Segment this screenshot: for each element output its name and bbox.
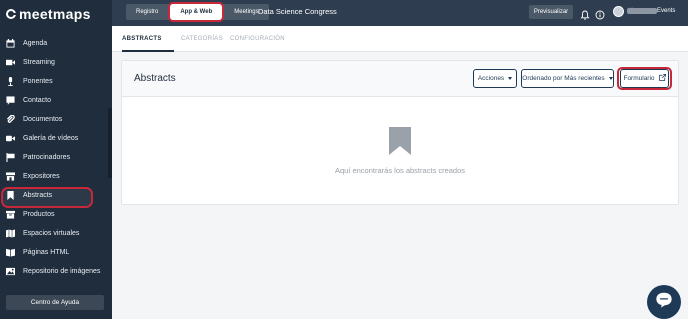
empty-state-message: Aquí encontrarás los abstracts creados <box>334 166 466 175</box>
sidebar-item-productos[interactable]: Productos <box>0 205 112 224</box>
paperclip-icon <box>6 115 15 124</box>
tab-registro[interactable]: Registro <box>126 4 168 20</box>
user-name-suffix: Events <box>657 8 676 14</box>
active-tab-indicator <box>122 50 174 52</box>
sidebar-item-label: Documentos <box>23 116 63 123</box>
sort-dropdown[interactable]: Ordenado por Más recientes <box>521 69 614 88</box>
sidebar-item-contacto[interactable]: Contacto <box>0 91 112 110</box>
abstracts-panel: Abstracts Acciones Ordenado por Más reci… <box>121 60 679 205</box>
tab-app-web[interactable]: App & Web <box>168 2 225 22</box>
microphone-icon <box>6 77 15 86</box>
bookmark-icon <box>6 191 15 200</box>
sort-label: Ordenado por Más recientes <box>522 75 605 82</box>
sidebar-item-espacios-virtuales[interactable]: Espacios virtuales <box>0 224 112 243</box>
topbar: Registro App & Web Meetings Data Science… <box>112 0 688 26</box>
calendar-icon <box>6 39 15 48</box>
chevron-down-icon <box>508 77 513 80</box>
flag-icon <box>6 153 15 162</box>
sidebar-item-label: Expositores <box>23 173 60 180</box>
preview-button[interactable]: Previsualizar <box>529 5 573 19</box>
camera-icon <box>6 134 15 143</box>
help-center-button[interactable]: Centro de Ayuda <box>6 295 104 310</box>
chat-widget-button[interactable] <box>647 285 681 319</box>
sidebar-item-label: Agenda <box>23 40 48 47</box>
sidebar-scrollbar[interactable] <box>108 108 112 178</box>
sidebar: meetmaps Agenda Streaming Ponentes Conta… <box>0 0 112 319</box>
sidebar-item-label: Páginas HTML <box>23 249 70 256</box>
sidebar-item-label: Patrocinadores <box>23 154 71 161</box>
bookmark-icon <box>389 127 411 155</box>
chat-icon <box>6 96 15 105</box>
module-tabs: Registro App & Web Meetings <box>126 2 269 22</box>
sidebar-item-patrocinadores[interactable]: Patrocinadores <box>0 148 112 167</box>
highlight-ring <box>617 67 672 90</box>
user-name-redacted: Meetmaps <box>627 8 658 14</box>
sidebar-item-repositorio-imagenes[interactable]: Repositorio de imágenes <box>0 262 112 281</box>
event-title: Data Science Congress <box>258 7 337 16</box>
sidebar-item-label: Productos <box>23 211 55 218</box>
chevron-down-icon <box>608 77 613 80</box>
book-icon <box>6 248 15 257</box>
store-icon <box>6 172 15 181</box>
video-icon <box>6 58 15 67</box>
tab-configuracion[interactable]: CONFIGURACIÓN <box>230 36 285 42</box>
sidebar-item-streaming[interactable]: Streaming <box>0 53 112 72</box>
images-icon <box>6 267 15 276</box>
map-icon <box>6 229 15 238</box>
sidebar-item-paginas-html[interactable]: Páginas HTML <box>0 243 112 262</box>
sidebar-item-label: Repositorio de imágenes <box>23 268 101 275</box>
tab-categorias[interactable]: CATEGORÍAS <box>181 36 223 42</box>
sidebar-item-agenda[interactable]: Agenda <box>0 34 112 53</box>
sidebar-item-ponentes[interactable]: Ponentes <box>0 72 112 91</box>
sidebar-item-label: Streaming <box>23 59 55 66</box>
bell-icon[interactable] <box>580 7 590 20</box>
user-menu[interactable]: MeetmapsEvents <box>627 8 675 14</box>
sidebar-nav: Agenda Streaming Ponentes Contacto Docum… <box>0 34 112 281</box>
sidebar-item-abstracts[interactable]: Abstracts <box>0 186 112 208</box>
sidebar-item-label: Contacto <box>23 97 52 104</box>
sidebar-item-label: Ponentes <box>23 78 53 85</box>
avatar[interactable] <box>613 6 624 17</box>
sidebar-item-label: Espacios virtuales <box>23 230 80 237</box>
panel-header: Abstracts Acciones Ordenado por Más reci… <box>122 61 678 97</box>
page-title: Abstracts <box>134 73 176 84</box>
actions-label: Acciones <box>477 75 505 82</box>
sidebar-item-expositores[interactable]: Expositores <box>0 167 112 186</box>
brand-logo[interactable]: meetmaps <box>6 6 91 22</box>
chat-bubble-icon <box>655 291 673 314</box>
info-icon[interactable] <box>595 7 605 20</box>
brand-name: meetmaps <box>19 6 91 22</box>
section-tabs: ABSTRACTS CATEGORÍAS CONFIGURACIÓN <box>112 26 688 52</box>
tab-abstracts[interactable]: ABSTRACTS <box>122 36 162 42</box>
logo-icon <box>6 9 17 19</box>
actions-dropdown[interactable]: Acciones <box>473 69 517 88</box>
sidebar-item-label: Galería de vídeos <box>23 135 79 142</box>
sidebar-item-documentos[interactable]: Documentos <box>0 110 112 129</box>
sidebar-item-galeria-videos[interactable]: Galería de vídeos <box>0 129 112 148</box>
box-icon <box>6 210 15 219</box>
